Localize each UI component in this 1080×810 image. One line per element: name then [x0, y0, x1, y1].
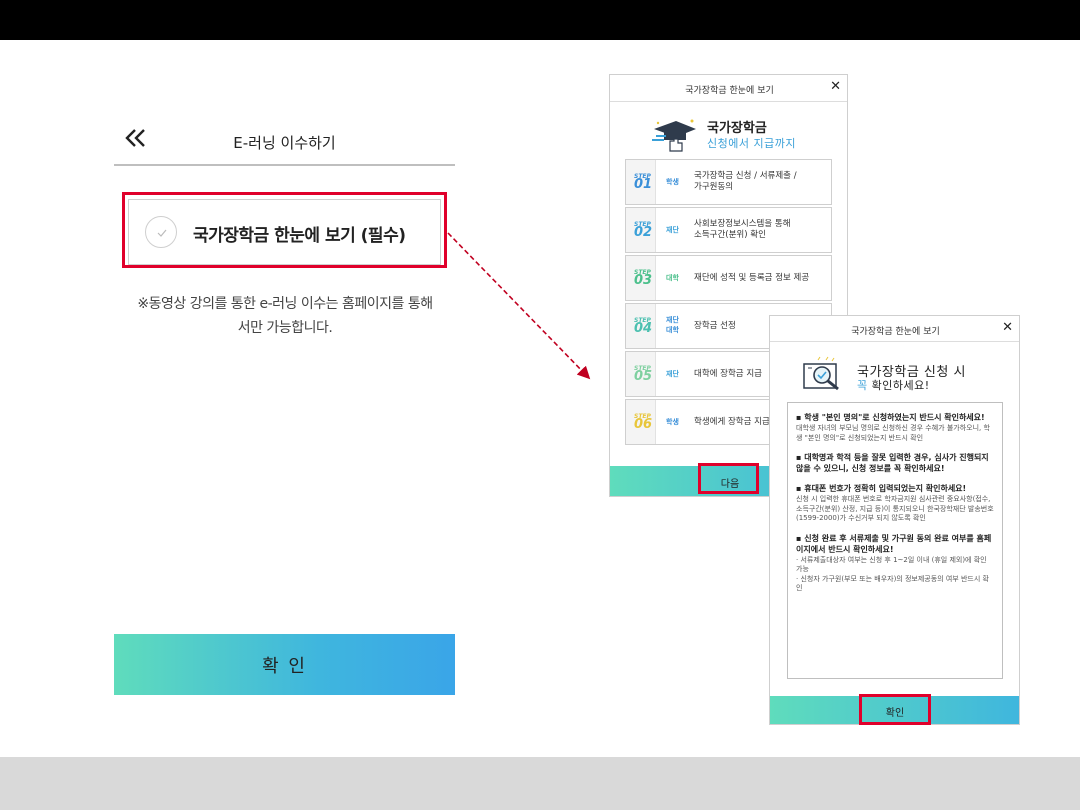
step-number: 04	[634, 321, 653, 336]
step-actor-line: 재단	[666, 316, 679, 324]
step-text: 재단에 성적 및 등록금 정보 제공	[694, 256, 826, 300]
step-number: 03	[634, 273, 653, 288]
top-black-bar	[0, 0, 1080, 40]
step-text-line: 대학에 장학금 지급	[694, 368, 762, 379]
step-text-line: 학생에게 장학금 지급	[694, 416, 770, 427]
checklist-item: ▪ 휴대폰 번호가 정확히 입력되었는지 확인하세요! 신청 시 입력한 휴대폰…	[796, 483, 994, 524]
close-icon[interactable]: ✕	[1002, 321, 1013, 335]
step-text-line: 사회보장정보시스템을 통해	[694, 219, 791, 229]
step-text-line: 소득구간(분위) 확인	[694, 230, 766, 240]
step-tab: STEP 06	[626, 400, 656, 444]
notice-line: ※동영상 강의를 통한 e-러닝 이수는 홈페이지를 통해	[137, 296, 433, 312]
step-tab: STEP 02	[626, 208, 656, 252]
confirm-button[interactable]: 확 인	[114, 634, 455, 695]
step-actor: 재단	[666, 226, 679, 234]
popup-title: 국가장학금 한눈에 보기	[685, 86, 774, 96]
step-text-line: 재단에 성적 및 등록금 정보 제공	[694, 272, 810, 283]
check-circle-icon[interactable]	[145, 216, 177, 248]
popup-footer: 확인	[770, 696, 1019, 724]
step-item: STEP 02 재단 사회보장정보시스템을 통해 소득구간(분위) 확인	[625, 207, 832, 253]
mobile-header: E-러닝 이수하기	[114, 116, 455, 166]
bottom-gray-band	[0, 757, 1080, 810]
step-actor-line: 대학	[666, 326, 679, 334]
next-button[interactable]: 다음	[702, 470, 758, 494]
step-actor: 재단 대학	[666, 315, 679, 335]
brand-subtitle: 신청에서 지급까지	[707, 137, 796, 150]
close-icon[interactable]: ✕	[830, 80, 841, 94]
step-tab: STEP 04	[626, 304, 656, 348]
popup-header: 국가장학금 한눈에 보기 ✕	[610, 75, 847, 102]
checklist-item: ▪ 신청 완료 후 서류제출 및 가구원 동의 완료 여부를 홈페이지에서 반드…	[796, 533, 994, 594]
graduation-cap-hand-icon	[652, 119, 696, 152]
confirm-button[interactable]: 확인	[862, 699, 928, 723]
checklist-body: 신청 시 입력한 휴대폰 번호로 학자금지원 심사관련 중요사항(접수, 소득구…	[796, 495, 994, 522]
step-text-line: 가구원동의	[694, 182, 734, 192]
option-label: 국가장학금 한눈에 보기 (필수)	[193, 226, 406, 246]
checklist-heading: ▪ 신청 완료 후 서류제출 및 가구원 동의 완료 여부를 홈페이지에서 반드…	[796, 533, 992, 554]
step-actor: 학생	[666, 178, 679, 186]
step-text-line: 장학금 선정	[694, 320, 736, 331]
checklist-heading: ▪ 학생 "본인 명의"로 신청하였는지 반드시 확인하세요!	[796, 413, 985, 422]
checklist-body: 대학생 자녀의 부모님 명의로 신청하신 경우 수혜가 불가하오니, 학생 "본…	[796, 424, 990, 442]
brand-subtitle-text: 확인하세요!	[867, 379, 930, 392]
step-actor: 대학	[666, 274, 679, 282]
step-text-line: 국가장학금 신청 / 서류제출 /	[694, 171, 797, 181]
scholarship-overview-option[interactable]: 국가장학금 한눈에 보기 (필수)	[128, 199, 441, 265]
checklist-body: · 서류제출대상자 여부는 신청 후 1~2일 이내 (휴일 제외)에 확인 가…	[796, 555, 989, 593]
application-checklist-popup: 국가장학금 한눈에 보기 ✕ 국가장학금 신청 시 꼭 확인하세요! ▪ 학생 …	[769, 315, 1020, 725]
page-title: E-러닝 이수하기	[233, 134, 336, 152]
notice-line: 서만 가능합니다.	[237, 320, 333, 336]
step-actor: 학생	[666, 418, 679, 426]
magnifier-check-icon	[803, 356, 839, 391]
step-number: 01	[634, 177, 653, 192]
step-tab: STEP 03	[626, 256, 656, 300]
brand-subtitle-highlight: 꼭	[857, 379, 868, 392]
popup-title: 국가장학금 한눈에 보기	[851, 327, 940, 337]
notice-text: ※동영상 강의를 통한 e-러닝 이수는 홈페이지를 통해 서만 가능합니다.	[120, 292, 450, 340]
step-text: 사회보장정보시스템을 통해 소득구간(분위) 확인	[694, 208, 826, 252]
step-number: 06	[634, 417, 653, 432]
checklist-box: ▪ 학생 "본인 명의"로 신청하였는지 반드시 확인하세요! 대학생 자녀의 …	[787, 402, 1003, 679]
step-tab: STEP 05	[626, 352, 656, 396]
brand-subtitle: 꼭 확인하세요!	[857, 377, 930, 393]
checklist-heading: ▪ 대학명과 학적 등을 잘못 입력한 경우, 심사가 진행되지 않을 수 있으…	[796, 453, 989, 473]
step-text: 국가장학금 신청 / 서류제출 / 가구원동의	[694, 160, 826, 204]
step-item: STEP 01 학생 국가장학금 신청 / 서류제출 / 가구원동의	[625, 159, 832, 205]
brand-title: 국가장학금	[707, 121, 767, 136]
checklist-heading: ▪ 휴대폰 번호가 정확히 입력되었는지 확인하세요!	[796, 484, 967, 493]
checklist-item: ▪ 대학명과 학적 등을 잘못 입력한 경우, 심사가 진행되지 않을 수 있으…	[796, 452, 994, 474]
checklist-item: ▪ 학생 "본인 명의"로 신청하였는지 반드시 확인하세요! 대학생 자녀의 …	[796, 412, 994, 443]
popup-header: 국가장학금 한눈에 보기 ✕	[770, 316, 1019, 342]
step-tab: STEP 01	[626, 160, 656, 204]
step-number: 05	[634, 369, 653, 384]
dashed-arrow-icon	[447, 232, 591, 380]
step-number: 02	[634, 225, 653, 240]
step-actor: 재단	[666, 370, 679, 378]
step-item: STEP 03 대학 재단에 성적 및 등록금 정보 제공	[625, 255, 832, 301]
